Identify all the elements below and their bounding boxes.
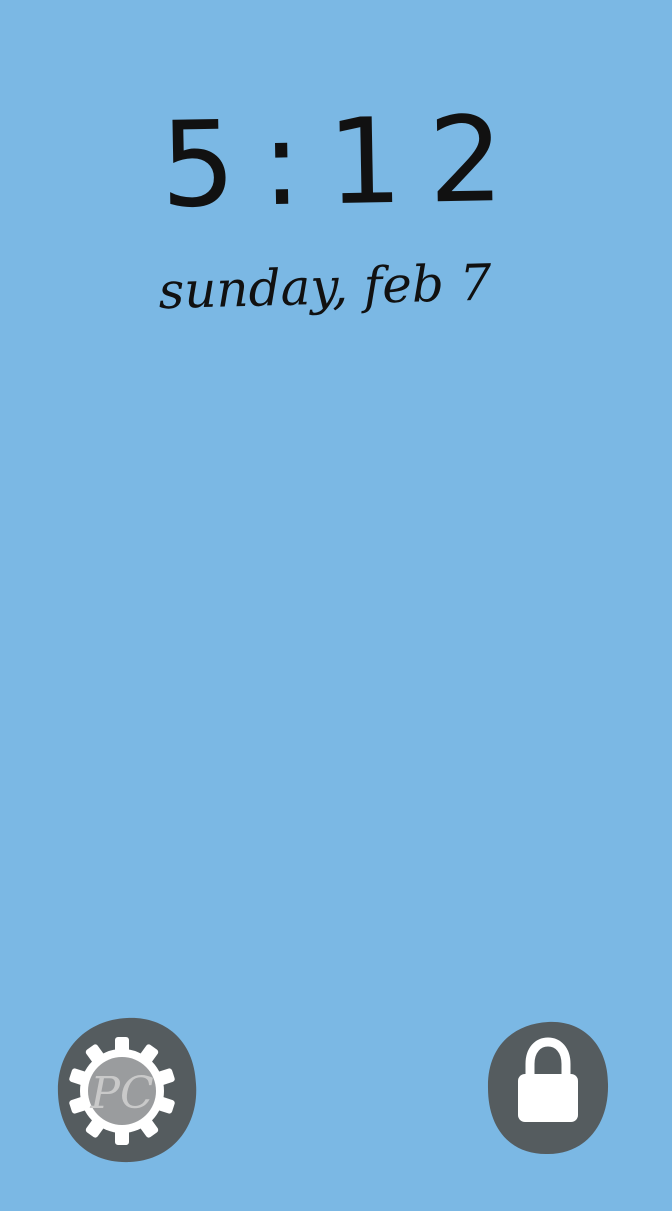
clock-time: 5:12	[159, 89, 531, 235]
settings-overlay-text: PC	[89, 1068, 153, 1119]
lock-icon	[487, 1021, 609, 1155]
clock-date: sunday, feb 7	[157, 253, 493, 321]
lock-screen: 5:12 sunday, feb 7 PC	[0, 0, 672, 1211]
settings-button[interactable]: PC	[56, 1014, 198, 1164]
lock-button[interactable]	[486, 1020, 610, 1156]
gear-icon: PC	[57, 1017, 197, 1163]
